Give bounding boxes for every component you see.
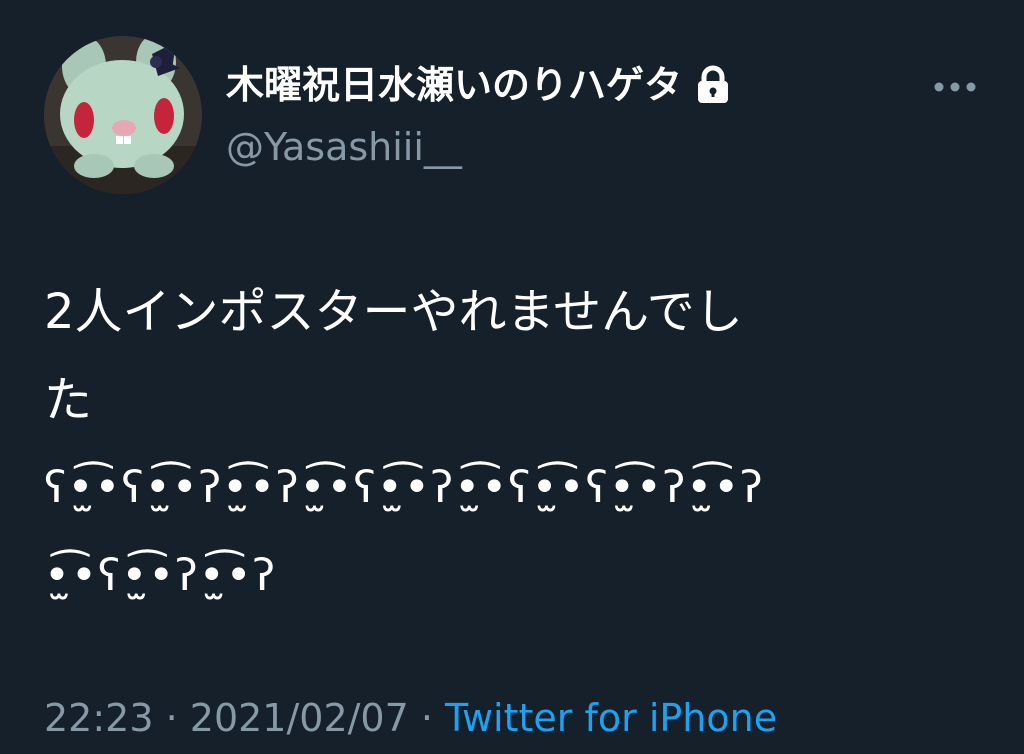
tweet-line: 2人インポスターやれませんでし [44, 284, 743, 340]
tweet-text: 2人インポスターやれませんでし た ʕ•̫͡•ʕ•̫͡•ʔ•̫͡•ʔ•̫͡•ʕ•… [44, 268, 984, 620]
tweet-line: た [44, 372, 93, 428]
avatar[interactable] [44, 36, 202, 194]
tweet-date[interactable]: 2021/02/07 [190, 696, 409, 740]
plush-avatar-icon [44, 36, 202, 194]
lock-icon [694, 65, 732, 105]
tweet-kaomoji-line: ʕ•̫͡•ʕ•̫͡•ʔ•̫͡•ʔ•̫͡•ʕ•̫͡•ʔ•̫͡•ʕ•̫͡•ʕ•̫͡•… [44, 462, 764, 513]
tweet-source-link[interactable]: Twitter for iPhone [445, 696, 777, 740]
meta-separator: · [153, 696, 190, 740]
tweet-kaomoji-line: •̫͡•ʕ•̫͡•ʔ•̫͡•ʔ [44, 550, 277, 601]
author-display-name[interactable]: 木曜祝日水瀬いのりハゲタ [226, 62, 732, 108]
tweet-meta: 22:23 · 2021/02/07 · Twitter for iPhone [44, 694, 777, 742]
author-handle[interactable]: @Yasashiii__ [226, 124, 462, 170]
author-display-name-text: 木曜祝日水瀬いのりハゲタ [226, 63, 683, 107]
tweet-time[interactable]: 22:23 [44, 696, 154, 740]
meta-separator: · [408, 696, 446, 740]
more-horizontal-icon [934, 82, 976, 92]
more-options-button[interactable] [930, 70, 980, 104]
